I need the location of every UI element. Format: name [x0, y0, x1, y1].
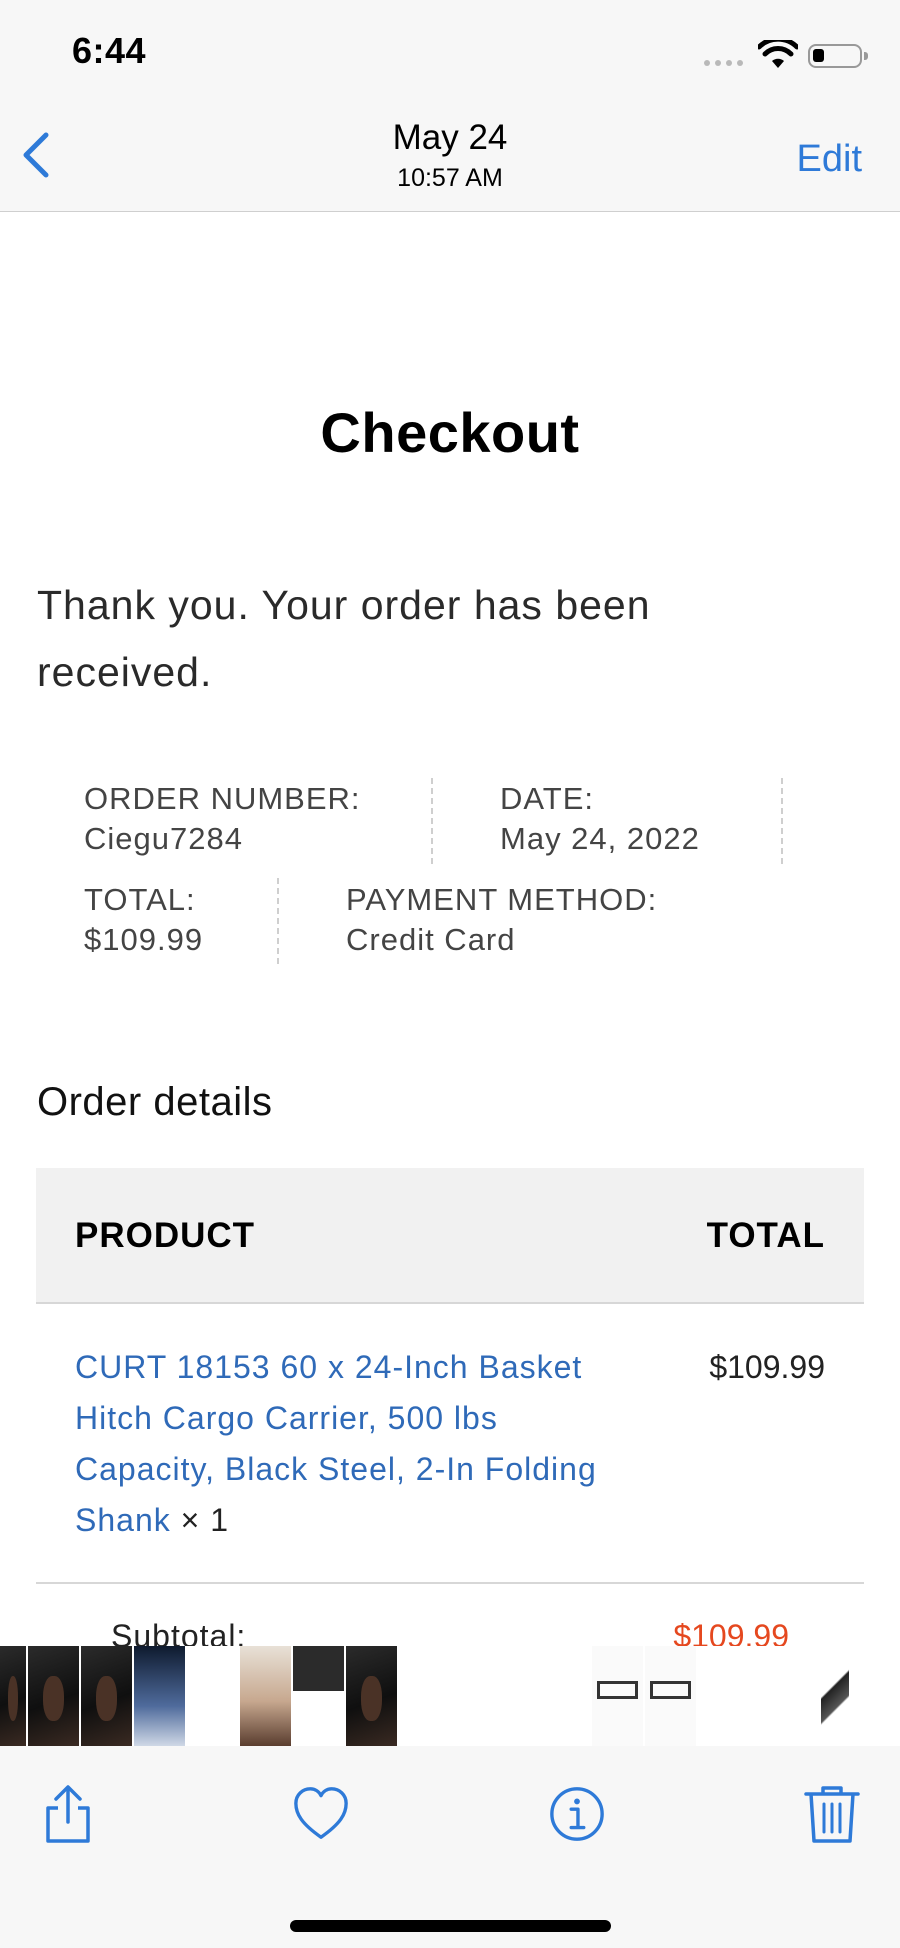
- product-link[interactable]: CURT 18153 60 x 24-Inch Basket Hitch Car…: [75, 1349, 597, 1538]
- order-number-value: Ciegu7284: [84, 821, 243, 856]
- photo-thumbnail[interactable]: [645, 1646, 698, 1746]
- order-number-label: ORDER NUMBER:: [84, 781, 361, 816]
- total-column-header: TOTAL: [706, 1216, 825, 1255]
- wifi-icon: [758, 40, 798, 68]
- photo-thumbnail[interactable]: [821, 1646, 851, 1746]
- photo-thumbnail[interactable]: [134, 1646, 187, 1746]
- status-time: 6:44: [72, 30, 147, 71]
- page-title: Checkout: [320, 401, 580, 464]
- edit-button[interactable]: Edit: [797, 138, 862, 181]
- photo-thumbnail[interactable]: [0, 1646, 28, 1746]
- photo-thumbnail[interactable]: [293, 1646, 346, 1746]
- cellular-signal-icon: [704, 60, 743, 66]
- battery-icon: [808, 44, 868, 68]
- subtotal-value: $109.99: [673, 1618, 789, 1646]
- date-value: May 24, 2022: [500, 821, 700, 856]
- table-header: PRODUCT TOTAL: [36, 1168, 864, 1304]
- photo-thumbnail[interactable]: [346, 1646, 399, 1746]
- trash-icon[interactable]: [802, 1784, 862, 1844]
- divider: [781, 778, 783, 864]
- payment-method-label: PAYMENT METHOD:: [346, 882, 658, 917]
- photo-thumbnail[interactable]: [592, 1646, 645, 1746]
- bottom-toolbar: [0, 1746, 900, 1948]
- order-details-table: PRODUCT TOTAL CURT 18153 60 x 24-Inch Ba…: [36, 1168, 864, 1646]
- divider: [431, 778, 433, 864]
- date-label: DATE:: [500, 781, 594, 816]
- nav-bar: May 24 10:57 AM Edit: [0, 100, 900, 212]
- thank-you-message: Thank you. Your order has been received.: [37, 582, 651, 695]
- info-icon[interactable]: [548, 1784, 606, 1844]
- home-indicator[interactable]: [290, 1920, 611, 1932]
- product-quantity: × 1: [180, 1502, 229, 1538]
- table-row: CURT 18153 60 x 24-Inch Basket Hitch Car…: [36, 1304, 864, 1584]
- nav-title: May 24: [392, 118, 508, 157]
- total-label: TOTAL:: [84, 882, 196, 917]
- product-cell: CURT 18153 60 x 24-Inch Basket Hitch Car…: [75, 1342, 635, 1546]
- nav-subtitle: 10:57 AM: [397, 164, 503, 192]
- divider: [277, 878, 279, 964]
- subtotal-row: Subtotal: $109.99: [36, 1584, 864, 1646]
- status-bar: 6:44: [0, 0, 900, 100]
- share-icon[interactable]: [38, 1784, 98, 1844]
- product-column-header: PRODUCT: [75, 1216, 256, 1255]
- photo-thumbnail[interactable]: [240, 1646, 293, 1746]
- order-details-heading: Order details: [37, 1080, 273, 1124]
- total-value: $109.99: [84, 922, 204, 957]
- photo-thumbnail[interactable]: [28, 1646, 81, 1746]
- photo-thumbnail[interactable]: [81, 1646, 134, 1746]
- product-total: $109.99: [709, 1349, 825, 1385]
- screenshot-content: Checkout Thank you. Your order has been …: [0, 212, 900, 1646]
- heart-icon[interactable]: [292, 1784, 350, 1844]
- subtotal-label: Subtotal:: [111, 1618, 247, 1646]
- photo-thumbnail-strip[interactable]: [0, 1646, 900, 1746]
- payment-method-value: Credit Card: [346, 922, 516, 957]
